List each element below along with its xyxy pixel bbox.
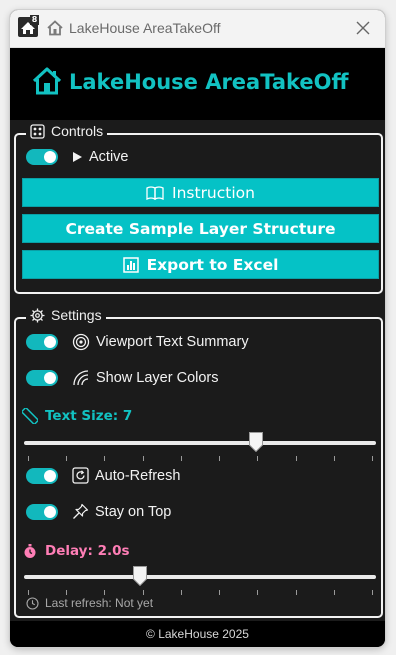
slider-tick <box>142 590 144 595</box>
viewport-text-summary-toggle[interactable] <box>26 334 58 350</box>
slider-tick <box>142 456 144 461</box>
footer: © LakeHouse 2025 <box>10 621 385 647</box>
app-icon: 8 <box>18 15 39 37</box>
viewport-text-summary-row: Viewport Text Summary <box>26 333 249 351</box>
auto-refresh-toggle[interactable] <box>26 467 58 484</box>
play-icon <box>72 151 83 163</box>
controls-legend: Controls <box>26 123 108 139</box>
instruction-button[interactable]: Instruction <box>22 178 379 207</box>
stay-on-top-toggle[interactable] <box>26 503 58 520</box>
slider-tick <box>257 456 259 461</box>
settings-legend-label: Settings <box>51 307 102 323</box>
slider-tick <box>372 456 373 461</box>
create-sample-button[interactable]: Create Sample Layer Structure <box>22 214 379 243</box>
show-layer-colors-row: Show Layer Colors <box>26 369 219 387</box>
auto-refresh-label: Auto-Refresh <box>95 467 181 484</box>
title-house-icon <box>46 19 64 41</box>
bar-chart-icon <box>122 256 139 273</box>
slider-tick <box>333 456 335 461</box>
stay-on-top-label: Stay on Top <box>95 503 172 520</box>
text-size-label-row: Text Size: 7 <box>22 408 132 424</box>
active-row: Active <box>26 149 129 165</box>
slider-tick <box>66 590 68 595</box>
book-icon <box>146 185 164 200</box>
auto-refresh-row: Auto-Refresh <box>26 467 180 484</box>
slider-tick <box>180 590 182 595</box>
target-icon <box>72 333 90 351</box>
slider-tick <box>104 590 106 595</box>
window-title: LakeHouse AreaTakeOff <box>69 20 221 36</box>
app-header: LakeHouse AreaTakeOff <box>10 48 385 120</box>
gear-icon <box>30 308 45 322</box>
export-excel-button-label: Export to Excel <box>146 255 279 274</box>
slider-tick <box>295 590 297 595</box>
active-toggle[interactable] <box>26 149 58 165</box>
slider-tick <box>295 456 297 461</box>
slider-tick <box>257 590 259 595</box>
close-icon <box>356 21 370 35</box>
slider-tick <box>28 456 29 461</box>
slider-tick <box>333 590 335 595</box>
ruler-icon <box>22 408 38 424</box>
active-label: Active <box>89 149 129 165</box>
show-layer-colors-label: Show Layer Colors <box>96 370 219 386</box>
text-size-slider[interactable] <box>24 432 376 462</box>
viewport-text-summary-label: Viewport Text Summary <box>96 334 249 350</box>
controls-legend-label: Controls <box>51 123 104 139</box>
footer-text: © LakeHouse 2025 <box>146 627 249 641</box>
slider-ticks <box>24 456 376 462</box>
settings-group: Settings Viewport Text Summary Show Laye… <box>14 307 383 618</box>
slider-tick <box>28 590 29 595</box>
slider-tick <box>66 456 68 461</box>
close-button[interactable] <box>349 14 377 42</box>
create-sample-button-label: Create Sample Layer Structure <box>65 219 336 238</box>
slider-thumb[interactable] <box>249 432 264 453</box>
house-icon <box>32 67 62 99</box>
timer-icon <box>24 544 36 558</box>
instruction-button-label: Instruction <box>172 183 255 202</box>
title-bar: 8 LakeHouse AreaTakeOff <box>10 10 385 48</box>
slider-track <box>24 575 376 579</box>
controls-icon <box>30 123 45 139</box>
delay-slider[interactable] <box>24 566 376 596</box>
app-window: 8 LakeHouse AreaTakeOff LakeHouse AreaTa… <box>10 10 385 647</box>
rainbow-icon <box>72 369 90 387</box>
refresh-icon <box>72 467 89 484</box>
slider-thumb[interactable] <box>133 566 148 587</box>
last-refresh-row: Last refresh: Not yet <box>26 596 153 610</box>
app-icon-badge: 8 <box>30 15 39 25</box>
slider-tick <box>372 590 373 595</box>
slider-tick <box>180 456 182 461</box>
header-title: LakeHouse AreaTakeOff <box>69 70 349 94</box>
text-size-label: Text Size: 7 <box>45 408 133 424</box>
delay-label: Delay: 2.0s <box>45 543 130 559</box>
settings-legend: Settings <box>26 307 106 323</box>
slider-tick <box>219 456 221 461</box>
controls-group: Controls Active Instruction Create Sampl… <box>14 123 383 294</box>
clock-icon <box>26 596 39 610</box>
slider-track <box>24 441 376 445</box>
slider-tick <box>104 456 106 461</box>
last-refresh-label: Last refresh: Not yet <box>45 596 154 610</box>
export-excel-button[interactable]: Export to Excel <box>22 250 379 279</box>
show-layer-colors-toggle[interactable] <box>26 370 58 386</box>
slider-tick <box>219 590 221 595</box>
delay-label-row: Delay: 2.0s <box>22 543 130 559</box>
stay-on-top-row: Stay on Top <box>26 503 171 520</box>
pin-icon <box>72 503 89 520</box>
